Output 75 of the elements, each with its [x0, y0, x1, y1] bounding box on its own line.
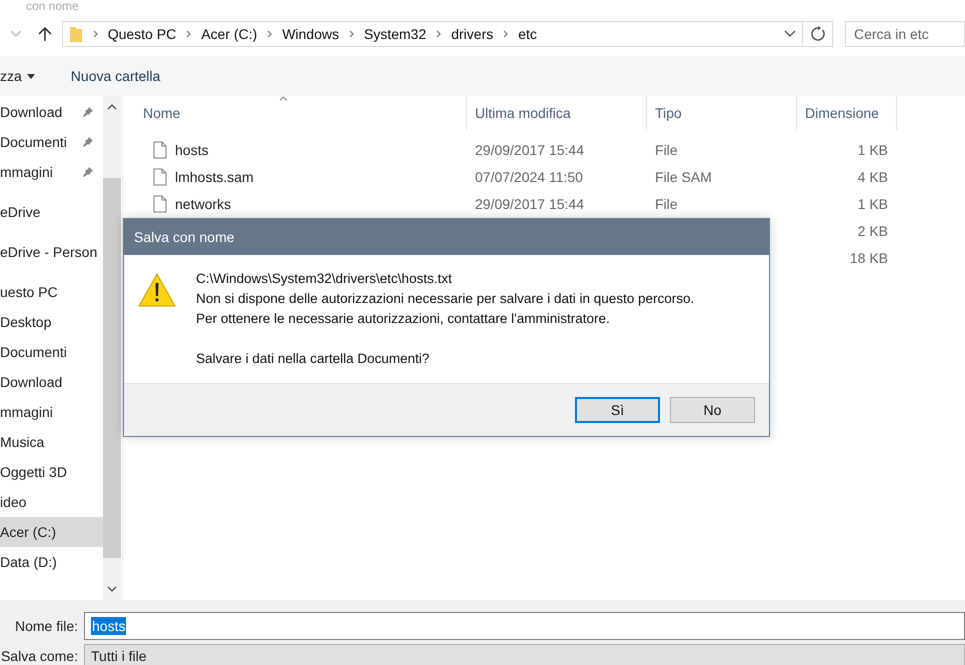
- dialog-button[interactable]: No: [670, 397, 755, 423]
- table-cell: 29/09/2017 15:44: [475, 142, 584, 158]
- file-type-dropdown[interactable]: Tutti i file: [84, 644, 965, 665]
- field-label: Nome file:: [14, 618, 79, 634]
- dialog-question: Salvare i dati nella cartella Documenti?: [196, 350, 430, 368]
- scrollbar-thumb[interactable]: [103, 178, 121, 558]
- column-header[interactable]: Dimensione: [797, 96, 897, 130]
- address-bar[interactable]: Questo PC Acer (C:) Windows System32 drivers etc: [62, 21, 804, 47]
- column-header[interactable]: Tipo: [647, 96, 797, 130]
- dialog-message: C:\Windows\System32\drivers\etc\hosts.txt: [196, 270, 453, 288]
- sidebar-item[interactable]: mmagini: [0, 397, 103, 427]
- file-icon: [153, 140, 167, 158]
- sidebar-item[interactable]: Data (D:): [0, 547, 103, 577]
- search-field[interactable]: Cerca in etc: [845, 21, 965, 47]
- table-cell: File: [655, 196, 678, 212]
- refresh-icon: [810, 26, 826, 42]
- up-arrow-icon[interactable]: [38, 26, 52, 42]
- sidebar-item[interactable]: Desktop: [0, 307, 103, 337]
- breadcrumb[interactable]: etc: [518, 26, 537, 42]
- chevron-icon: [185, 30, 192, 38]
- scrollbar[interactable]: [103, 96, 121, 600]
- sidebar-item[interactable]: Oggetti 3D: [0, 457, 103, 487]
- breadcrumb[interactable]: System32: [364, 26, 426, 42]
- table-cell: 4 KB: [858, 168, 888, 184]
- sidebar-item[interactable]: Documenti: [0, 127, 103, 157]
- organize-menu-button[interactable]: zza: [0, 64, 41, 88]
- dialog-message: Per ottenere le necessarie autorizzazioni, contattare l'amministratore.: [196, 310, 611, 328]
- chevron-icon: [266, 30, 274, 38]
- file-name[interactable]: networks: [175, 196, 232, 212]
- sidebar-item[interactable]: Download: [0, 367, 103, 397]
- sidebar-item[interactable]: Download: [0, 97, 103, 127]
- sidebar-item[interactable]: eDrive - Person: [0, 237, 103, 267]
- dialog-message: Non si dispone delle autorizzazioni necessarie per salvare i dati in questo percorso.: [196, 290, 694, 308]
- chevron-icon: [348, 30, 355, 38]
- scroll-up-icon[interactable]: [107, 104, 117, 110]
- file-icon: [153, 168, 167, 186]
- chevron-icon: [92, 30, 99, 38]
- table-cell: 07/07/2024 11:50: [475, 168, 583, 184]
- table-cell: 29/09/2017 15:44: [475, 196, 584, 212]
- breadcrumb[interactable]: Questo PC: [108, 26, 176, 42]
- breadcrumb[interactable]: drivers: [451, 26, 494, 42]
- table-cell: 1 KB: [858, 196, 888, 212]
- sidebar-item[interactable]: uesto PC: [0, 277, 103, 307]
- dialog-button[interactable]: Sì: [575, 397, 660, 423]
- chevron-icon: [502, 30, 510, 38]
- table-cell: 1 KB: [858, 142, 888, 158]
- table-cell: File SAM: [655, 168, 712, 184]
- breadcrumb[interactable]: Acer (C:): [201, 26, 258, 42]
- table-cell: 18 KB: [850, 250, 888, 266]
- sidebar-item[interactable]: eDrive: [0, 197, 103, 227]
- dropdown-icon[interactable]: [784, 30, 796, 38]
- scroll-down-icon[interactable]: [107, 586, 117, 592]
- new-folder-button[interactable]: Nuova cartella: [64, 64, 166, 88]
- sidebar-item[interactable]: ideo: [0, 487, 103, 517]
- folder-icon: [68, 25, 83, 43]
- file-name-field[interactable]: hosts: [84, 612, 965, 640]
- sidebar-item[interactable]: mmagini: [0, 157, 103, 187]
- window-title: con nome: [25, 0, 80, 12]
- file-name[interactable]: hosts: [175, 142, 208, 158]
- field-label: Salva come:: [0, 648, 79, 664]
- sidebar-item[interactable]: Documenti: [0, 337, 103, 367]
- sidebar-item[interactable]: Acer (C:): [0, 517, 103, 547]
- column-header[interactable]: Nome: [123, 96, 467, 130]
- caret-icon: [26, 74, 35, 78]
- warning-icon: [138, 273, 176, 307]
- file-name[interactable]: lmhosts.sam: [175, 168, 254, 184]
- breadcrumb[interactable]: Windows: [282, 26, 339, 42]
- file-icon: [153, 194, 167, 212]
- sidebar-item[interactable]: Musica: [0, 427, 103, 457]
- table-cell: 2 KB: [858, 222, 888, 238]
- chevron-icon: [435, 30, 442, 38]
- column-header[interactable]: Ultima modifica: [467, 96, 647, 130]
- refresh-button[interactable]: [803, 21, 833, 47]
- dialog-title-bar: Salva con nome: [124, 219, 769, 255]
- table-cell: File: [655, 142, 678, 158]
